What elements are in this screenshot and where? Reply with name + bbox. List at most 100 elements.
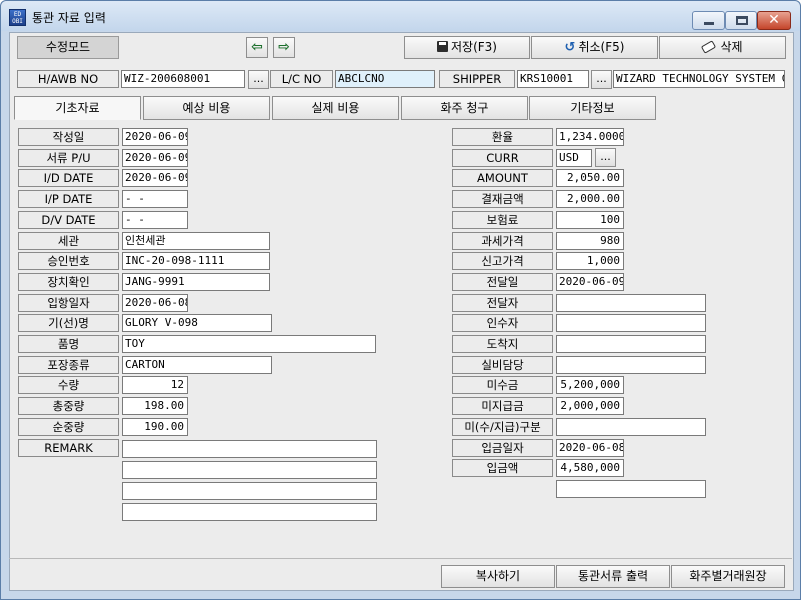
field-input-right[interactable] xyxy=(556,335,706,353)
arrow-left-icon: ⇦ xyxy=(251,39,263,55)
field-label-right: 결재금액 xyxy=(452,190,553,209)
close-icon: ✕ xyxy=(768,12,780,28)
field-label-left: 서류 P/U xyxy=(18,148,119,167)
lc-input[interactable]: ABCLCNO xyxy=(335,70,435,88)
field-input-right[interactable]: 1,000 xyxy=(556,252,624,271)
field-input-right[interactable]: 5,200,000 xyxy=(556,376,624,395)
minimize-icon xyxy=(704,22,714,25)
prev-record-button[interactable]: ⇦ xyxy=(246,37,268,58)
tab-1[interactable]: 기초자료 xyxy=(14,96,141,120)
field-input-left[interactable]: JANG-9991 xyxy=(122,272,270,291)
field-input-left[interactable]: CARTON xyxy=(122,355,272,374)
field-input-left[interactable]: 2020-06-09 xyxy=(122,128,188,146)
shipper-code-input[interactable]: KRS10001 xyxy=(517,70,589,88)
field-label-left: I/P DATE xyxy=(18,190,119,209)
close-button[interactable]: ✕ xyxy=(757,11,791,30)
field-input-right[interactable] xyxy=(556,479,706,498)
field-input-right[interactable]: 2020-06-09 xyxy=(556,272,624,291)
delete-button[interactable]: 삭제 xyxy=(659,36,786,59)
field-input-right[interactable]: 980 xyxy=(556,231,624,250)
app-icon: ED OBI xyxy=(9,9,26,26)
print-customs-docs-button[interactable]: 통관서류 출력 xyxy=(556,565,670,588)
tab-5[interactable]: 기타정보 xyxy=(529,96,656,120)
field-label-right: 환율 xyxy=(452,128,553,146)
cancel-button[interactable]: ↺ 취소(F5) xyxy=(531,36,658,59)
minimize-button[interactable] xyxy=(692,11,725,30)
field-input-right[interactable]: 1,234.0000 xyxy=(556,128,624,146)
field-label-right: 인수자 xyxy=(452,314,553,333)
field-label-right: 신고가격 xyxy=(452,252,553,271)
field-input-left[interactable]: INC-20-098-1111 xyxy=(122,252,270,271)
tab-2[interactable]: 예상 비용 xyxy=(143,96,270,120)
field-label-right: AMOUNT xyxy=(452,169,553,188)
field-input-right[interactable]: USD xyxy=(556,148,592,167)
field-input-left[interactable]: 2020-06-09 xyxy=(122,148,188,167)
field-label-left: 품명 xyxy=(18,335,119,353)
floppy-disk-icon xyxy=(437,41,448,52)
field-input-right[interactable]: 2,050.00 xyxy=(556,169,624,188)
field-input-right[interactable]: 2,000,000 xyxy=(556,397,624,416)
field-label-right: 전달자 xyxy=(452,293,553,312)
remark-input[interactable] xyxy=(122,503,377,521)
field-input-left[interactable]: 2020-06-09 xyxy=(122,169,188,188)
field-input-left[interactable]: 인천세관 xyxy=(122,231,270,250)
undo-icon: ↺ xyxy=(564,40,576,55)
field-label-right: 미지급금 xyxy=(452,397,553,416)
shipper-label: SHIPPER xyxy=(439,70,515,88)
field-input-left[interactable]: - - xyxy=(122,210,188,229)
shipper-name-input[interactable]: WIZARD TECHNOLOGY SYSTEM CO. xyxy=(613,70,785,88)
next-record-button[interactable]: ⇨ xyxy=(273,37,295,58)
field-label-left: 수량 xyxy=(18,376,119,395)
title-bar[interactable]: ED OBI 통관 자료 입력 ✕ xyxy=(1,1,800,31)
field-label-right: CURR xyxy=(452,148,553,167)
field-input-left[interactable]: GLORY V-098 xyxy=(122,314,272,333)
field-input-left[interactable]: 198.00 xyxy=(122,397,188,416)
tab-4[interactable]: 화주 청구 xyxy=(401,96,528,120)
field-input-right[interactable] xyxy=(556,293,706,312)
shipper-lookup-button[interactable]: ... xyxy=(591,70,612,89)
hawb-lookup-button[interactable]: ... xyxy=(248,70,269,89)
field-label-left: 순중량 xyxy=(18,417,119,436)
field-input-right[interactable]: 4,580,000 xyxy=(556,459,624,478)
hawb-input[interactable]: WIZ-200608001 xyxy=(121,70,245,88)
field-label-right: 실비담당 xyxy=(452,355,553,374)
maximize-button[interactable] xyxy=(725,11,757,30)
remark-input[interactable] xyxy=(122,440,377,458)
field-label-left: I/D DATE xyxy=(18,169,119,188)
field-label-right: 입금일자 xyxy=(452,438,553,457)
field-label-left: 총중량 xyxy=(18,397,119,416)
remark-input[interactable] xyxy=(122,461,377,479)
field-label-left: 작성일 xyxy=(18,128,119,146)
field-input-left[interactable]: 12 xyxy=(122,376,188,395)
field-label-left: 세관 xyxy=(18,231,119,250)
field-label-right: 미수금 xyxy=(452,376,553,395)
field-input-right[interactable] xyxy=(556,314,706,333)
field-input-left[interactable]: 2020-06-08 xyxy=(122,293,188,312)
field-label-right: 도착지 xyxy=(452,335,553,353)
footer-divider xyxy=(9,558,792,559)
field-label-right: 미(수/지급)구분 xyxy=(452,417,553,436)
field-label-left: D/V DATE xyxy=(18,210,119,229)
field-input-right[interactable]: 100 xyxy=(556,210,624,229)
field-input-right[interactable] xyxy=(556,417,706,436)
field-input-right[interactable]: 2020-06-08 xyxy=(556,438,624,457)
field-label-right: 보험료 xyxy=(452,210,553,229)
field-label-right: 과세가격 xyxy=(452,231,553,250)
eraser-icon xyxy=(701,40,717,54)
save-button[interactable]: 저장(F3) xyxy=(404,36,530,59)
currency-lookup-button[interactable]: ... xyxy=(595,148,616,168)
field-input-left[interactable]: - - xyxy=(122,190,188,209)
shipper-ledger-button[interactable]: 화주별거래원장 xyxy=(671,565,785,588)
field-input-right[interactable]: 2,000.00 xyxy=(556,190,624,209)
hawb-label: H/AWB NO xyxy=(17,70,119,88)
field-input-left[interactable]: TOY xyxy=(122,335,376,353)
tab-3[interactable]: 실제 비용 xyxy=(272,96,399,120)
copy-button[interactable]: 복사하기 xyxy=(441,565,555,588)
field-input-right[interactable] xyxy=(556,355,706,374)
field-input-left[interactable]: 190.00 xyxy=(122,417,188,436)
mode-indicator: 수정모드 xyxy=(17,36,119,59)
field-label-left: 입항일자 xyxy=(18,293,119,312)
field-label-left: REMARK xyxy=(18,438,119,457)
remark-input[interactable] xyxy=(122,482,377,500)
field-label-left: 포장종류 xyxy=(18,355,119,374)
